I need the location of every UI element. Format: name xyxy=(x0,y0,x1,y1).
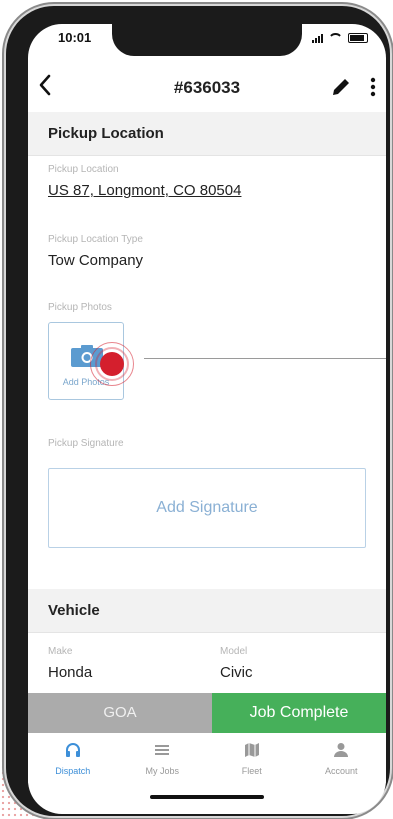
home-indicator xyxy=(150,795,264,799)
signal-icon xyxy=(312,34,323,43)
tap-indicator-dot xyxy=(100,352,124,376)
section-header-pickup-location: Pickup Location xyxy=(28,112,386,156)
pickup-photos-label: Pickup Photos xyxy=(48,302,112,313)
section-header-vehicle: Vehicle xyxy=(28,589,386,633)
pickup-location-type-label: Pickup Location Type xyxy=(48,234,143,245)
add-signature-button[interactable]: Add Signature xyxy=(48,468,366,548)
pencil-icon xyxy=(333,79,349,95)
more-options-button[interactable] xyxy=(370,76,376,98)
bottom-tab-bar: Dispatch My Jobs Fleet Account xyxy=(28,733,386,783)
status-icons xyxy=(312,33,368,43)
tab-account-label: Account xyxy=(324,766,358,776)
pickup-location-label: Pickup Location xyxy=(48,164,119,175)
pickup-location-type-value: Tow Company xyxy=(48,252,144,269)
tab-my-jobs[interactable]: My Jobs xyxy=(118,733,208,783)
tab-account[interactable]: Account xyxy=(297,733,387,783)
phone-screen: 10:01 #636033 Pickup Location Pickup Loc… xyxy=(28,24,386,814)
edit-button[interactable] xyxy=(330,76,352,98)
pickup-signature-label: Pickup Signature xyxy=(48,438,124,449)
headset-icon xyxy=(65,743,80,757)
list-icon xyxy=(155,745,170,755)
vehicle-model-value: Civic xyxy=(220,664,253,681)
battery-icon xyxy=(348,33,368,43)
app-header: #636033 xyxy=(28,64,386,113)
tab-my-jobs-label: My Jobs xyxy=(145,766,179,776)
callout-line xyxy=(144,358,386,359)
tab-fleet[interactable]: Fleet xyxy=(207,733,297,783)
tab-dispatch[interactable]: Dispatch xyxy=(28,733,118,783)
phone-notch xyxy=(112,24,302,56)
wifi-icon xyxy=(328,33,343,43)
map-icon xyxy=(244,743,259,757)
vehicle-model-label: Model xyxy=(220,646,248,657)
tab-dispatch-label: Dispatch xyxy=(55,766,91,776)
person-icon xyxy=(334,743,349,757)
pickup-location-value[interactable]: US 87, Longmont, CO 80504 xyxy=(48,182,241,199)
status-time: 10:01 xyxy=(58,30,92,45)
goa-button[interactable]: GOA xyxy=(28,693,212,733)
phone-frame: 10:01 #636033 Pickup Location Pickup Loc… xyxy=(6,6,390,816)
vehicle-make-label: Make xyxy=(48,646,73,657)
tap-indicator-marker xyxy=(90,342,134,386)
tab-fleet-label: Fleet xyxy=(241,766,262,776)
job-action-bar: GOA Job Complete xyxy=(28,693,386,733)
more-vertical-icon xyxy=(370,77,376,97)
vehicle-make-value: Honda xyxy=(48,664,93,681)
job-complete-button[interactable]: Job Complete xyxy=(212,693,386,733)
